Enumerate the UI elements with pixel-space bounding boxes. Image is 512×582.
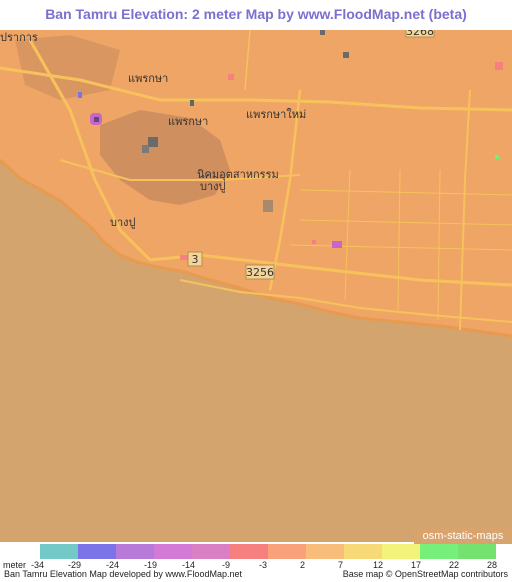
- place-label-phraeksa-2: แพรกษา: [168, 115, 208, 128]
- place-label-town: ปราการ: [0, 31, 38, 44]
- legend-swatch: [154, 544, 192, 559]
- low-spot-purple-3: [332, 241, 342, 248]
- route-3-label: 3: [192, 253, 199, 266]
- legend-swatch: [306, 544, 344, 559]
- place-label-phraeksa-mai: แพรกษาใหม่: [246, 108, 306, 121]
- low-spot-pink-2: [495, 62, 503, 70]
- low-spot-gray-4: [320, 30, 325, 35]
- elevation-map[interactable]: 3 3256 3268 ปราการ แพรกษา แพรกษา แพรกษาใ…: [0, 30, 512, 542]
- route-top-right-label: 3268: [406, 30, 434, 38]
- low-spot-gray-3: [343, 52, 349, 58]
- place-label-bang-pu: บางปู: [110, 216, 136, 229]
- place-label-industrial-2: บางปู: [200, 180, 226, 193]
- low-spot-pink-3: [228, 74, 234, 80]
- low-spot-dark-1: [94, 117, 99, 122]
- low-spot-pink-1: [312, 240, 316, 244]
- legend-swatch: [420, 544, 458, 559]
- low-spot-gray-2: [142, 145, 149, 153]
- legend-tick: -3: [259, 560, 268, 570]
- legend-swatch: [78, 544, 116, 559]
- low-spot-pink-4: [180, 255, 188, 260]
- legend-swatch: [382, 544, 420, 559]
- page-title: Ban Tamru Elevation: 2 meter Map by www.…: [45, 6, 467, 22]
- legend-tick: 2: [300, 560, 306, 570]
- osm-static-maps-watermark: osm-static-maps: [414, 528, 512, 544]
- credit-floodmap-link[interactable]: Ban Tamru Elevation Map developed by www…: [4, 569, 242, 579]
- legend-swatch: [116, 544, 154, 559]
- route-3256-label: 3256: [246, 266, 274, 279]
- legend-swatch: [268, 544, 306, 559]
- low-spot-green-1: [495, 155, 499, 159]
- low-spot-purple-2: [78, 92, 82, 98]
- low-spot-gray-1: [148, 137, 158, 147]
- legend-swatch: [230, 544, 268, 559]
- legend-swatch: [344, 544, 382, 559]
- legend-swatch: [192, 544, 230, 559]
- legend-swatch: [458, 544, 496, 559]
- low-spot-gray-6: [263, 200, 273, 212]
- legend-swatch: [40, 544, 78, 559]
- place-label-phraeksa-1: แพรกษา: [128, 72, 168, 85]
- credit-osm-link[interactable]: Base map © OpenStreetMap contributors: [343, 569, 508, 579]
- low-spot-gray-5: [190, 100, 194, 106]
